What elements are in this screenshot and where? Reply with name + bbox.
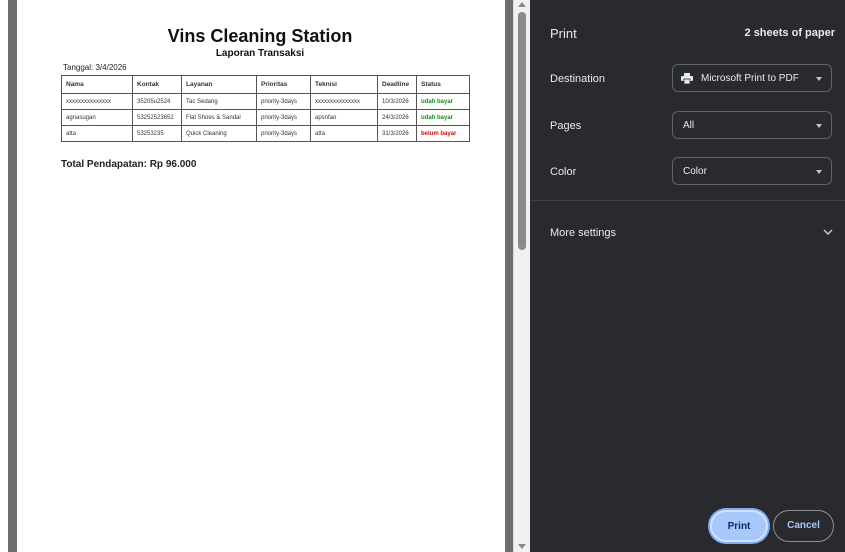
scroll-up-arrow-icon[interactable] bbox=[518, 2, 526, 7]
table-cell: atta bbox=[61, 125, 133, 142]
scrollbar-thumb[interactable] bbox=[518, 12, 526, 250]
sheet-count: 2 sheets of paper bbox=[744, 27, 835, 39]
pages-label: Pages bbox=[550, 120, 582, 132]
column-header: Kontak bbox=[132, 75, 182, 94]
table-cell: 10/3/2026 bbox=[377, 93, 417, 110]
status-cell: belum bayar bbox=[416, 125, 470, 142]
color-value: Color bbox=[683, 166, 707, 177]
column-header: Teknisi bbox=[310, 75, 378, 94]
table-cell: Tac Sedang bbox=[181, 93, 257, 110]
document-title: Vins Cleaning Station bbox=[167, 26, 353, 46]
preview-gutter-left bbox=[8, 0, 17, 552]
table-cell: 24/3/2026 bbox=[377, 109, 417, 126]
scroll-down-arrow-icon[interactable] bbox=[518, 544, 526, 549]
table-cell: priority-3days bbox=[256, 125, 311, 142]
table-row: xxxxxxxxxxxxxxx 35205u2524 Tac Sedang pr… bbox=[61, 93, 470, 110]
destination-label: Destination bbox=[550, 73, 606, 85]
document-date: Tanggal: 3/4/2026 bbox=[63, 63, 127, 72]
destination-value: Microsoft Print to PDF bbox=[701, 73, 799, 84]
table-cell: apsnfao bbox=[310, 109, 378, 126]
table-cell: atta bbox=[310, 125, 378, 142]
column-header: Nama bbox=[61, 75, 133, 94]
print-button[interactable]: Print bbox=[710, 510, 768, 542]
print-preview-area: Vins Cleaning Station Laporan Transaksi … bbox=[0, 0, 517, 552]
table-cell: xxxxxxxxxxxxxxx bbox=[310, 93, 378, 110]
chevron-down-icon[interactable] bbox=[823, 229, 833, 235]
table-cell: 53252523652 bbox=[132, 109, 182, 126]
cancel-button[interactable]: Cancel bbox=[773, 510, 834, 542]
status-cell: udah bayar bbox=[416, 93, 470, 110]
printer-icon bbox=[681, 73, 693, 84]
column-header: Deadline bbox=[377, 75, 417, 94]
table-header-row: Nama Kontak Layanan Prioritas Teknisi De… bbox=[61, 75, 470, 94]
table-cell: 35205u2524 bbox=[132, 93, 182, 110]
table-cell: priority-3days bbox=[256, 93, 311, 110]
chevron-down-icon bbox=[816, 77, 822, 81]
total-revenue: Total Pendapatan: Rp 96.000 bbox=[61, 159, 197, 170]
color-label: Color bbox=[550, 166, 577, 178]
pages-value: All bbox=[683, 120, 695, 131]
table-cell: Flat Shoes & Sandal bbox=[181, 109, 257, 126]
pages-select[interactable]: All bbox=[672, 111, 832, 139]
transaction-table: Nama Kontak Layanan Prioritas Teknisi De… bbox=[61, 75, 470, 142]
table-row: atta 53253235 Quick Cleaning priority-3d… bbox=[61, 125, 470, 142]
chevron-down-icon bbox=[816, 124, 822, 128]
destination-select[interactable]: Microsoft Print to PDF bbox=[672, 64, 832, 92]
table-cell: 53253235 bbox=[132, 125, 182, 142]
table-cell: xxxxxxxxxxxxxxx bbox=[61, 93, 133, 110]
table-cell: priority-3days bbox=[256, 109, 311, 126]
chevron-down-icon bbox=[816, 170, 822, 174]
panel-divider bbox=[530, 200, 845, 201]
more-settings-toggle[interactable]: More settings bbox=[550, 227, 616, 239]
table-cell: Quick Cleaning bbox=[181, 125, 257, 142]
panel-title: Print bbox=[550, 26, 577, 41]
column-header: Prioritas bbox=[256, 75, 311, 94]
document-subtitle: Laporan Transaksi bbox=[215, 48, 305, 59]
table-cell: agnasugan bbox=[61, 109, 133, 126]
table-row: agnasugan 53252523652 Flat Shoes & Sanda… bbox=[61, 109, 470, 126]
status-cell: udah bayar bbox=[416, 109, 470, 126]
table-cell: 31/3/2026 bbox=[377, 125, 417, 142]
column-header: Status bbox=[416, 75, 470, 94]
column-header: Layanan bbox=[181, 75, 257, 94]
preview-gutter-right bbox=[505, 0, 513, 552]
color-select[interactable]: Color bbox=[672, 157, 832, 185]
print-settings-panel: Print 2 sheets of paper Destination Micr… bbox=[530, 0, 845, 552]
preview-scrollbar[interactable] bbox=[513, 0, 531, 552]
